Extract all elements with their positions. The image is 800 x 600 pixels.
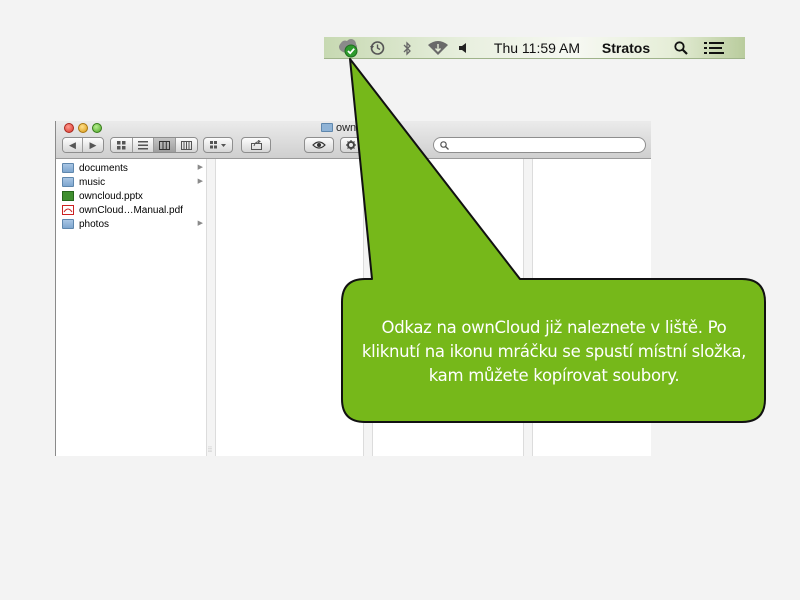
callout-line: Odkaz na ownCloud již naleznete v liště.…: [381, 318, 727, 337]
callout-line: kliknutí na ikonu mráčku se spustí místn…: [361, 342, 747, 361]
callout-line: kam můžete kopírovat soubory.: [428, 366, 680, 385]
callout-text: Odkaz na ownCloud již naleznete v liště.…: [345, 316, 763, 388]
callout-bubble: [341, 58, 766, 423]
